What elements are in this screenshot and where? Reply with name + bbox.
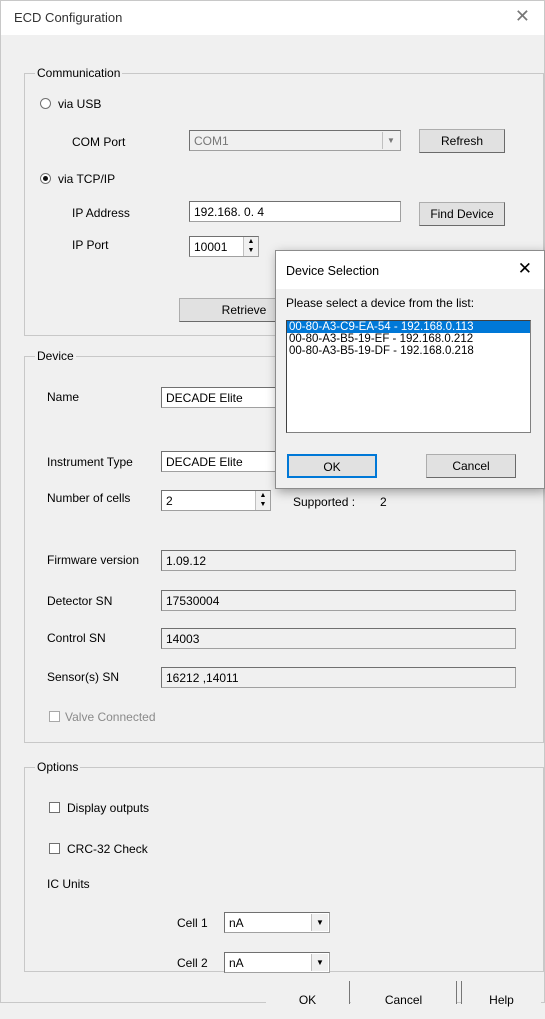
- cell1-units-value: nA: [229, 916, 244, 930]
- via-tcpip-radio[interactable]: [40, 173, 51, 184]
- control-sn-field: 14003: [161, 628, 516, 649]
- list-item[interactable]: 00-80-A3-B5-19-DF - 192.168.0.218: [287, 345, 530, 357]
- list-item[interactable]: 00-80-A3-B5-19-EF - 192.168.0.212: [287, 333, 530, 345]
- ecd-configuration-window: ECD Configuration ✕ Communication via US…: [0, 0, 545, 1007]
- valve-connected-checkbox[interactable]: [49, 711, 60, 722]
- dialog-cancel-button[interactable]: Cancel: [426, 454, 516, 478]
- com-port-label: COM Port: [72, 135, 126, 149]
- number-of-cells-input[interactable]: 2 ▲ ▼: [161, 490, 271, 511]
- via-usb-radio[interactable]: [40, 98, 51, 109]
- dialog-ok-button[interactable]: OK: [287, 454, 377, 478]
- options-group: Options: [24, 760, 544, 972]
- ip-address-input[interactable]: 192.168. 0. 4: [189, 201, 401, 222]
- refresh-button[interactable]: Refresh: [419, 129, 505, 153]
- list-item[interactable]: 00-80-A3-C9-EA-54 - 192.168.0.113: [287, 321, 530, 333]
- ok-button[interactable]: OK: [266, 981, 350, 1007]
- name-label: Name: [47, 390, 80, 404]
- options-legend: Options: [35, 760, 81, 774]
- dialog-title: Device Selection: [286, 264, 380, 278]
- control-sn-label: Control SN: [47, 631, 106, 645]
- crc-32-label: CRC-32 Check: [67, 842, 148, 856]
- instrument-type-label: Instrument Type: [47, 455, 133, 469]
- cell1-label: Cell 1: [177, 916, 208, 930]
- dialog-prompt: Please select a device from the list:: [286, 296, 475, 310]
- firmware-version-field: 1.09.12: [161, 550, 516, 571]
- ip-port-label: IP Port: [72, 238, 109, 252]
- via-usb-label: via USB: [58, 97, 102, 111]
- instrument-type-input[interactable]: DECADE Elite: [161, 451, 291, 472]
- help-button[interactable]: Help: [461, 981, 541, 1007]
- dialog-close-icon[interactable]: ✕: [518, 259, 532, 279]
- cell2-units-select[interactable]: nA ▼: [224, 952, 330, 973]
- cell2-label: Cell 2: [177, 956, 208, 970]
- detector-sn-label: Detector SN: [47, 594, 113, 608]
- find-device-button[interactable]: Find Device: [419, 202, 505, 226]
- ip-port-value: 10001: [194, 240, 228, 254]
- chevron-down-icon[interactable]: ▼: [311, 914, 328, 931]
- display-outputs-label: Display outputs: [67, 801, 150, 815]
- detector-sn-field: 17530004: [161, 590, 516, 611]
- window-title: ECD Configuration: [14, 10, 123, 25]
- via-tcpip-label: via TCP/IP: [58, 172, 116, 186]
- cell2-units-value: nA: [229, 956, 244, 970]
- spin-updown-icon[interactable]: ▲ ▼: [243, 237, 258, 256]
- dialog-title-bar: Device Selection ✕: [276, 251, 544, 289]
- close-icon[interactable]: ✕: [515, 6, 530, 27]
- supported-label: Supported :: [293, 495, 356, 509]
- sensor-sn-label: Sensor(s) SN: [47, 670, 120, 684]
- com-port-value: COM1: [194, 134, 229, 148]
- title-bar: ECD Configuration ✕: [1, 1, 544, 35]
- ic-units-label: IC Units: [47, 877, 90, 891]
- chevron-down-icon[interactable]: ▼: [382, 132, 399, 149]
- crc-32-checkbox[interactable]: [49, 843, 60, 854]
- ip-port-input[interactable]: 10001 ▲ ▼: [189, 236, 259, 257]
- device-listbox[interactable]: 00-80-A3-C9-EA-54 - 192.168.0.113 00-80-…: [286, 320, 531, 433]
- chevron-down-icon[interactable]: ▼: [311, 954, 328, 971]
- supported-value: 2: [380, 495, 387, 509]
- device-selection-dialog: Device Selection ✕ Please select a devic…: [275, 250, 545, 489]
- number-of-cells-value: 2: [166, 494, 173, 508]
- sensor-sn-field: 16212 ,14011: [161, 667, 516, 688]
- display-outputs-checkbox[interactable]: [49, 802, 60, 813]
- cells-spin-updown-icon[interactable]: ▲ ▼: [255, 491, 270, 510]
- cancel-button[interactable]: Cancel: [351, 981, 457, 1007]
- firmware-version-label: Firmware version: [47, 553, 140, 567]
- name-input[interactable]: DECADE Elite: [161, 387, 291, 408]
- ip-address-label: IP Address: [72, 206, 130, 220]
- number-of-cells-label: Number of cells: [47, 491, 131, 505]
- com-port-select[interactable]: COM1 ▼: [189, 130, 401, 151]
- cell1-units-select[interactable]: nA ▼: [224, 912, 330, 933]
- device-legend: Device: [35, 349, 76, 363]
- communication-legend: Communication: [35, 66, 123, 80]
- valve-connected-label: Valve Connected: [65, 710, 156, 724]
